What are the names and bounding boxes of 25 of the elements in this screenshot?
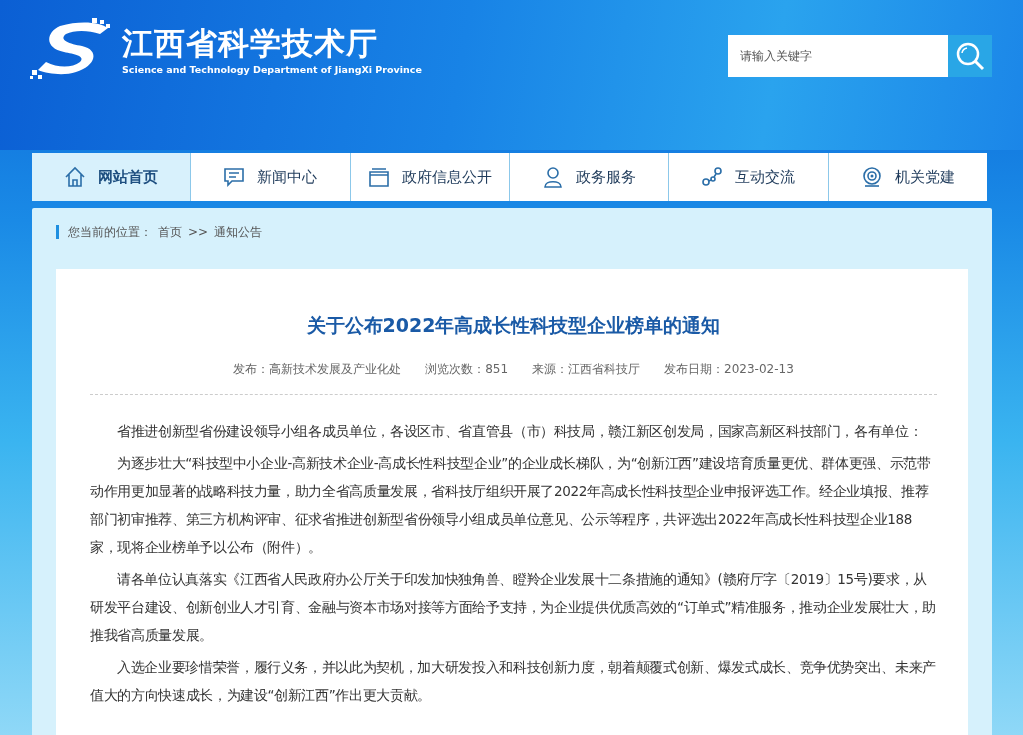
nav-tab[interactable]: 网站首页 xyxy=(32,153,192,201)
site-title: 江西省科学技术厅 xyxy=(122,23,379,62)
search-icon xyxy=(955,41,985,71)
article-meta: 发布日期：2023-02-13 xyxy=(664,361,794,378)
search-field[interactable]: 请输入关键字 xyxy=(728,35,948,77)
article-paragraph: 为逐步壮大“科技型中小企业-高新技术企业-高成长性科技型企业”的企业成长梯队，为“创新江西”建设培育质量更优、群体更强、示范带动作用更加显著的战略科技力量，助力全省高质量发展，省科技厅组织开展了2022年高成长性科技型企业申报评选工作。经企业填报、推荐部门初审推荐、第三方机构评审、征求省推进创新型省份领导小组成员单位意见、公示等程序，共评选出2022年高成长性科技型企业188家，现将企业榜单予以公布（附件）。 xyxy=(90,454,932,557)
search-button[interactable] xyxy=(948,35,992,77)
article-meta: 发布：高新技术发展及产业化处 xyxy=(233,361,402,378)
breadcrumb-separator: >> xyxy=(188,225,209,239)
house-icon xyxy=(64,166,87,188)
breadcrumb-link[interactable]: 首页 xyxy=(158,225,182,239)
article-paragraph: 省推进创新型省份建设领导小组各成员单位，各设区市、省直管县（市）科技局，赣江新区创发局，国家高新区科技部门，各有单位： xyxy=(116,422,924,441)
target-icon xyxy=(860,166,883,188)
nodes-icon xyxy=(701,166,724,188)
folder-icon xyxy=(367,166,390,188)
article-title: 关于公布2022年高成长性科技型企业榜单的通知 xyxy=(305,313,722,338)
article-meta: 来源：江西省科技厅 xyxy=(532,361,641,378)
site-subtitle: Science and Technology Department of JiangXi Province xyxy=(122,63,422,75)
article-paragraph: 入选企业要珍惜荣誉，履行义务，并以此为契机，加大研发投入和科技创新力度，朝着颠覆式创新、爆发式成长、竞争优势突出、未来产值大的方向快速成长，为建设“创新江西”作出更大贡献。 xyxy=(90,658,937,705)
article-paragraph: 请各单位认真落实《江西省人民政府办公厅关于印发加快独角兽、瞪羚企业发展十二条措施的通知》(赣府厅字〔2019〕15号)要求，从研发平台建设、创新创业人才引育、金融与资本市场对接等方面给予支持，为企业提供优质高效的“订单式”精准服务，推动企业发展壮大，助推我省高质量发展。 xyxy=(90,570,937,645)
breadcrumb-label: 您当前的位置： xyxy=(68,225,152,239)
breadcrumb-link[interactable]: 通知公告 xyxy=(214,225,263,239)
chat-icon xyxy=(223,166,246,188)
person-icon xyxy=(542,166,565,188)
article-meta: 浏览次数：851 xyxy=(425,361,509,378)
